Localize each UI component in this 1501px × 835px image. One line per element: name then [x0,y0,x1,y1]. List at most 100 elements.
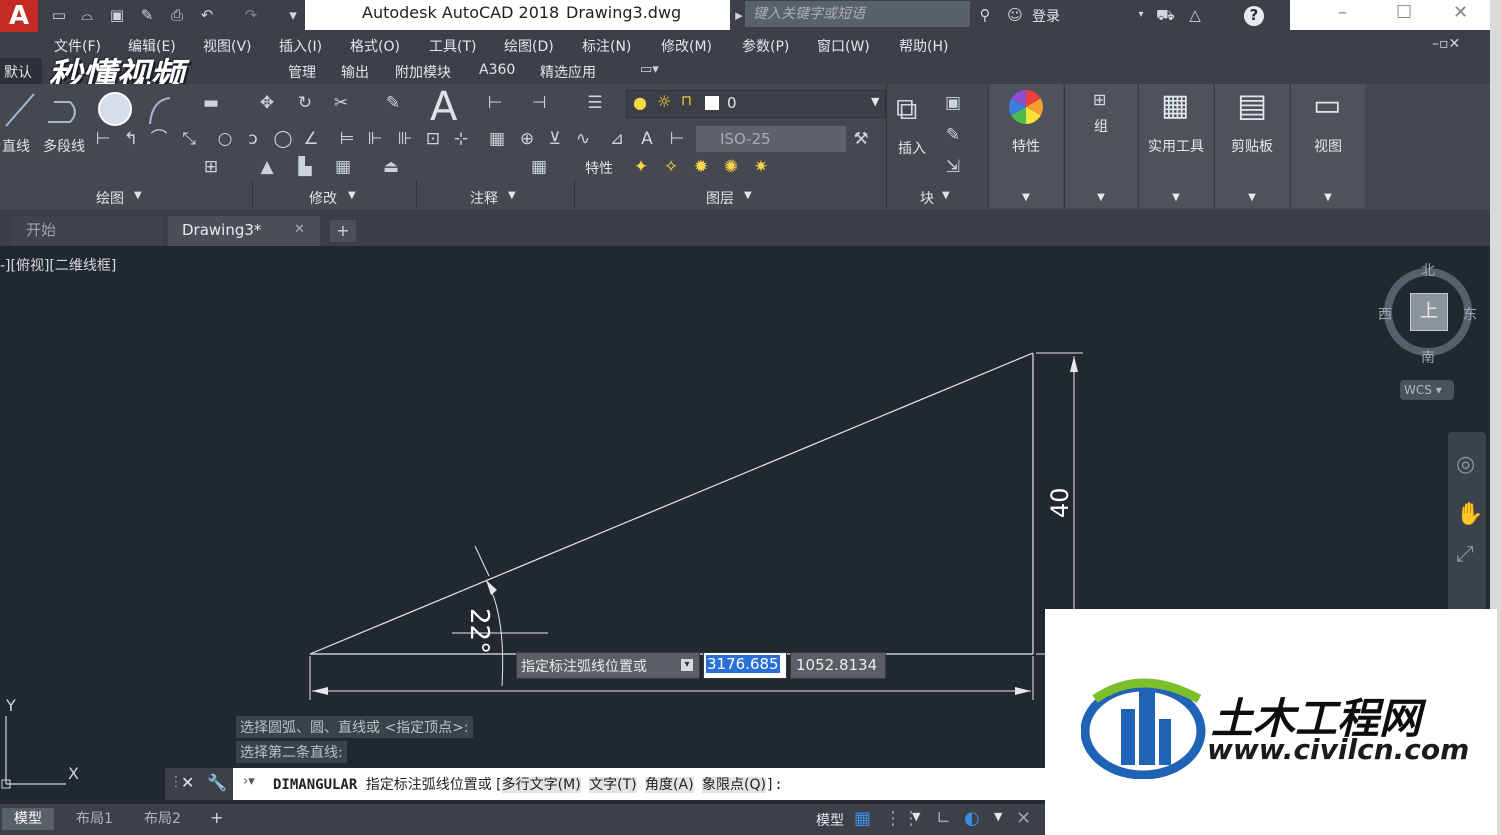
help-icon[interactable]: ? [1244,6,1264,26]
menu-help[interactable]: 帮助(H) [899,36,948,56]
layer-tool-4-icon[interactable]: ✺ [720,156,742,178]
viewcube-top-face[interactable]: 上 [1410,293,1448,331]
scale-icon[interactable]: ⤡ [178,128,200,150]
erase-icon[interactable]: ✎ [382,92,404,114]
tab-drawing3[interactable]: Drawing3* ✕ [168,216,320,246]
ribbon-tab-output[interactable]: 输出 [341,62,369,82]
ribbon-tab-addins[interactable]: 附加模块 [395,62,451,82]
wcs-menu[interactable]: WCS ▾ [1400,380,1454,400]
leader-icon[interactable]: ⊣ [528,92,550,114]
menu-insert[interactable]: 插入(I) [279,36,322,56]
modify-panel-title[interactable]: 修改 [309,188,337,208]
add-icon[interactable]: ⊕ [516,128,538,150]
dropdown-icon[interactable]: ▾ [681,659,693,671]
tolerance-icon[interactable]: ⊡ [422,128,444,150]
add-layout-icon[interactable]: + [210,808,223,827]
y-coordinate-input[interactable]: 1052.8134 [790,652,886,679]
menu-tools[interactable]: 工具(T) [429,36,476,56]
layer-select[interactable]: ● ☼ ⊓ 0 ▼ [626,90,886,118]
jog-icon[interactable]: ∿ [572,128,594,150]
close-icon[interactable]: ✕ [294,216,305,244]
ribbon-tab-home[interactable]: 默认 [4,62,32,82]
option-mtext[interactable]: 多行文字(M) [501,777,581,793]
x-coordinate-input[interactable]: 3176.685 [703,652,787,679]
option-text[interactable]: 文字(T) [589,777,637,793]
line-icon[interactable] [2,90,38,130]
compass-south[interactable]: 南 [1421,347,1435,367]
compass-north[interactable]: 北 [1421,260,1435,280]
clipboard-button[interactable]: ▤ 剪贴板 ▼ [1214,84,1289,208]
chevron-down-icon[interactable]: ▼ [348,190,356,201]
save-as-icon[interactable]: ✎ [138,6,156,24]
compass-west[interactable]: 西 [1378,304,1392,324]
rotate-icon[interactable]: ↻ [294,92,316,114]
arc-icon[interactable] [144,92,174,128]
binoculars-icon[interactable]: ⚲ [976,6,994,24]
properties-button[interactable]: 特性 ▼ [988,84,1063,208]
layer-tool-5-icon[interactable]: ✷ [750,156,772,178]
menu-dimension[interactable]: 标注(N) [582,36,631,56]
open-file-icon[interactable]: ⌓ [78,6,96,24]
group-button[interactable]: ⊞ 组 ▼ [1064,84,1137,208]
dim-style-manager-icon[interactable]: ⚒ [850,128,872,150]
zoom-icon[interactable]: ⤢ [1456,542,1474,567]
layer-properties-icon[interactable]: ☰ [584,92,606,114]
spline-icon[interactable]: ↄ [242,128,264,150]
quick-access-dropdown-icon[interactable]: ▾ [284,6,302,24]
chevron-down-icon[interactable]: ▼ [942,190,950,201]
insert-label[interactable]: 插入 [898,138,926,158]
menu-modify[interactable]: 修改(M) [661,36,712,56]
hatch-icon[interactable]: ▲ [256,156,278,178]
move-icon[interactable]: ✥ [256,92,278,114]
utilities-button[interactable]: ▦ 实用工具 ▼ [1138,84,1213,208]
polar-toggle-icon[interactable]: ◐ [964,808,980,829]
block-create-icon[interactable]: ▣ [942,92,964,114]
layout-tab-layout1[interactable]: 布局1 [64,808,125,830]
user-icon[interactable]: ☺ [1006,6,1024,24]
doc-window-controls[interactable]: –▫✕ [1432,36,1460,52]
print-icon[interactable]: ⎙ [168,6,186,24]
close-icon[interactable]: ✕ [181,773,194,792]
command-line[interactable]: ⋮ ✕ 🔧 ›▾ DIMANGULAR 指定标注弧线位置或 [多行文字(M) 文… [165,768,1045,800]
osnap-toggle-icon[interactable]: ✕ [1016,808,1031,829]
trim-icon[interactable]: ✂ [330,92,352,114]
ribbon-toggle-icon[interactable]: ▭▾ [640,62,659,77]
polyline-button-label[interactable]: 多段线 [43,136,85,156]
continue-icon[interactable]: ⊩ [364,128,386,150]
break-icon[interactable]: ⊻ [544,128,566,150]
close-icon[interactable]: ✕ [1453,2,1468,23]
ortho-toggle-icon[interactable]: ∟ [936,808,951,829]
menu-view[interactable]: 视图(V) [203,36,252,56]
dim-linear-icon[interactable]: ⊢ [92,128,114,150]
text-icon[interactable]: A [430,84,457,130]
command-prompt-icon[interactable]: ›▾ [243,774,255,789]
chevron-down-icon[interactable]: ▼ [744,190,752,201]
chevron-down-icon[interactable]: ▼ [994,810,1002,823]
stretch-icon[interactable]: ⏏ [380,156,402,178]
layers-panel-title[interactable]: 图层 [706,188,734,208]
chevron-down-icon[interactable]: ▼ [508,190,516,201]
baseline-icon[interactable]: ⊨ [336,128,358,150]
pan-icon[interactable]: ✋ [1456,502,1483,527]
center-mark-icon[interactable]: ⊹ [450,128,472,150]
menu-window[interactable]: 窗口(W) [817,36,870,56]
customize-icon[interactable]: 🔧 [207,773,227,792]
annotation-panel-title[interactable]: 注释 [470,188,498,208]
chevron-down-icon[interactable]: ▼ [912,810,920,823]
line-button-label[interactable]: 直线 [2,136,30,156]
ellipse-icon[interactable]: ○ [214,128,236,150]
linear-dimension-icon[interactable]: ⊢ [484,92,506,114]
a360-icon[interactable]: △ [1186,6,1204,24]
rectangle-icon[interactable]: ▬ [200,92,222,114]
insert-block-icon[interactable]: ⧉ [896,92,917,127]
option-quadrant[interactable]: 象限点(Q) [701,777,766,793]
block-panel-title[interactable]: 块 [920,188,934,208]
tab-start[interactable]: 开始 [12,216,162,246]
maximize-icon[interactable]: ☐ [1396,2,1412,23]
menu-draw[interactable]: 绘图(D) [504,36,554,56]
grid-icon[interactable]: ▦ [332,156,354,178]
option-angle[interactable]: 角度(A) [645,777,694,793]
new-file-icon[interactable]: ▭ [50,6,68,24]
table-insert-icon[interactable]: ▦ [528,156,550,178]
ribbon-tab-a360[interactable]: A360 [479,62,515,78]
